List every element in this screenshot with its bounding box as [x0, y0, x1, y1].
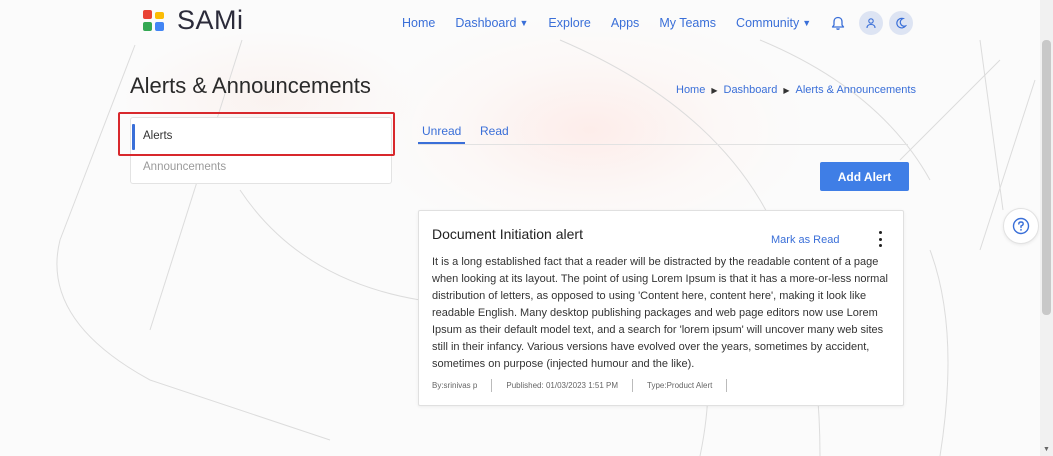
caret-right-icon: ▶ [711, 85, 718, 95]
alert-published: Published: 01/03/2023 1:51 PM [506, 381, 618, 390]
breadcrumb-dashboard[interactable]: Dashboard [724, 84, 778, 96]
side-menu-item-announcements[interactable]: Announcements [131, 152, 391, 182]
theme-toggle-button[interactable] [889, 11, 914, 35]
caret-right-icon: ▶ [783, 85, 790, 95]
side-menu-item-label: Announcements [143, 161, 227, 173]
page-title: Alerts & Announcements [130, 73, 371, 98]
alert-author: By:srinivas p [432, 381, 478, 390]
main-nav: Home Dashboard ▼ Explore Apps My Teams C… [402, 11, 919, 35]
top-header: SAMi Home Dashboard ▼ Explore Apps My Te… [0, 0, 1040, 40]
tab-read[interactable]: Read [480, 124, 509, 138]
alert-meta: By:srinivas p Published: 01/03/2023 1:51… [432, 379, 741, 392]
add-alert-button[interactable]: Add Alert [820, 162, 909, 191]
alert-tabs: Unread Read [418, 118, 908, 145]
bell-icon [832, 16, 845, 30]
brand-logo[interactable]: SAMi [142, 5, 244, 36]
user-icon [866, 18, 876, 29]
meta-divider [632, 379, 633, 392]
alert-card: Document Initiation alert Mark as Read I… [418, 210, 904, 406]
nav-apps[interactable]: Apps [611, 16, 640, 30]
breadcrumb-home[interactable]: Home [676, 84, 705, 96]
alert-type: Type:Product Alert [647, 381, 713, 390]
more-vertical-icon[interactable] [875, 231, 885, 247]
nav-community[interactable]: Community ▼ [736, 16, 811, 30]
nav-home[interactable]: Home [402, 16, 435, 30]
page-scrollbar[interactable]: ▼ [1040, 0, 1053, 456]
nav-my-teams[interactable]: My Teams [659, 16, 716, 30]
sami-logo-icon [143, 9, 164, 31]
nav-dashboard[interactable]: Dashboard ▼ [455, 16, 528, 30]
mark-as-read-link[interactable]: Mark as Read [771, 234, 839, 246]
help-button[interactable] [1003, 208, 1039, 244]
highlight-annotation-box [118, 112, 395, 156]
meta-divider [491, 379, 493, 392]
alert-title: Document Initiation alert [432, 226, 583, 242]
tab-unread[interactable]: Unread [422, 124, 461, 138]
breadcrumb: Home ▶ Dashboard ▶ Alerts & Announcement… [676, 84, 916, 96]
chevron-down-icon: ▼ [802, 18, 812, 28]
meta-divider [726, 379, 728, 392]
chevron-down-icon: ▼ [519, 18, 529, 28]
active-tab-underline [418, 142, 465, 144]
breadcrumb-current[interactable]: Alerts & Announcements [795, 84, 915, 96]
help-icon [1012, 217, 1030, 235]
nav-explore[interactable]: Explore [548, 16, 590, 30]
scrollbar-thumb[interactable] [1042, 40, 1051, 315]
notifications-button[interactable] [831, 16, 845, 31]
user-profile-button[interactable] [859, 11, 884, 35]
alert-body: It is a long established fact that a rea… [432, 256, 888, 370]
moon-icon [896, 17, 908, 29]
scroll-down-arrow-icon[interactable]: ▼ [1043, 446, 1050, 453]
brand-name: SAMi [177, 5, 244, 35]
nav-community-label: Community [736, 16, 800, 30]
nav-dashboard-label: Dashboard [455, 16, 517, 30]
